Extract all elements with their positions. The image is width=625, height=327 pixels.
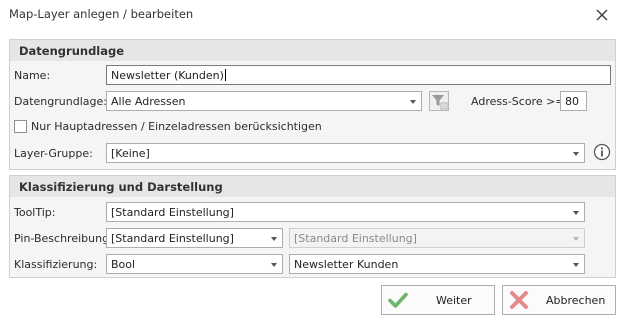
klassifizierung-secondary-value: Newsletter Kunden	[294, 258, 399, 271]
datengrundlage-label: Datengrundlage:	[14, 95, 107, 108]
dialog-title: Map-Layer anlegen / bearbeiten	[9, 7, 194, 21]
pin-beschreibung-secondary-value: [Standard Einstellung]	[294, 232, 417, 245]
filter-button[interactable]	[429, 91, 449, 111]
name-input[interactable]: Newsletter (Kunden)	[106, 65, 611, 85]
info-icon	[593, 143, 611, 161]
klassifizierung-dropdown[interactable]: Bool	[106, 254, 283, 274]
datengrundlage-value: Alle Adressen	[111, 95, 186, 108]
chevron-down-icon	[271, 237, 277, 241]
checkmark-icon	[388, 292, 408, 308]
tooltip-label: ToolTip:	[14, 206, 56, 219]
hauptadressen-checkbox-label: Nur Hauptadressen / Einzeladressen berüc…	[31, 120, 322, 133]
layer-gruppe-dropdown[interactable]: [Keine]	[106, 143, 585, 163]
text-cursor	[224, 69, 226, 81]
layer-gruppe-value: [Keine]	[111, 147, 150, 160]
adress-score-input[interactable]: 80	[560, 91, 587, 111]
tooltip-dropdown[interactable]: [Standard Einstellung]	[106, 202, 585, 222]
pin-beschreibung-secondary-dropdown: [Standard Einstellung]	[289, 228, 585, 248]
chevron-down-icon	[271, 263, 277, 267]
adress-score-value: 80	[565, 95, 579, 108]
klassifizierung-label: Klassifizierung:	[14, 258, 98, 271]
chevron-down-icon	[573, 263, 579, 267]
name-input-value: Newsletter (Kunden)	[111, 69, 224, 82]
layer-gruppe-label: Layer-Gruppe:	[14, 147, 93, 160]
abbrechen-button-label: Abbrechen	[546, 294, 606, 307]
chevron-down-icon	[410, 100, 416, 104]
abbrechen-button[interactable]: Abbrechen	[502, 285, 616, 315]
hauptadressen-checkbox[interactable]	[14, 120, 27, 133]
pin-beschreibung-value: [Standard Einstellung]	[111, 232, 234, 245]
weiter-button[interactable]: Weiter	[381, 285, 495, 315]
adress-score-label: Adress-Score >=	[471, 95, 565, 108]
close-icon	[596, 9, 608, 21]
tooltip-value: [Standard Einstellung]	[111, 206, 234, 219]
klassifizierung-value: Bool	[111, 258, 136, 271]
chevron-down-icon	[573, 237, 579, 241]
group-header-datengrundlage: Datengrundlage	[10, 40, 615, 61]
klassifizierung-secondary-dropdown[interactable]: Newsletter Kunden	[289, 254, 585, 274]
weiter-button-label: Weiter	[436, 294, 472, 307]
pin-beschreibung-label: Pin-Beschreibung:	[14, 232, 113, 245]
name-label: Name:	[14, 69, 51, 82]
datengrundlage-dropdown[interactable]: Alle Adressen	[106, 91, 422, 111]
info-button[interactable]	[593, 143, 611, 161]
chevron-down-icon	[573, 211, 579, 215]
group-header-klassifizierung: Klassifizierung und Darstellung	[10, 176, 615, 197]
chevron-down-icon	[573, 152, 579, 156]
x-icon	[510, 291, 528, 309]
pin-beschreibung-dropdown[interactable]: [Standard Einstellung]	[106, 228, 283, 248]
filter-icon	[429, 91, 449, 111]
close-button[interactable]	[593, 6, 611, 24]
